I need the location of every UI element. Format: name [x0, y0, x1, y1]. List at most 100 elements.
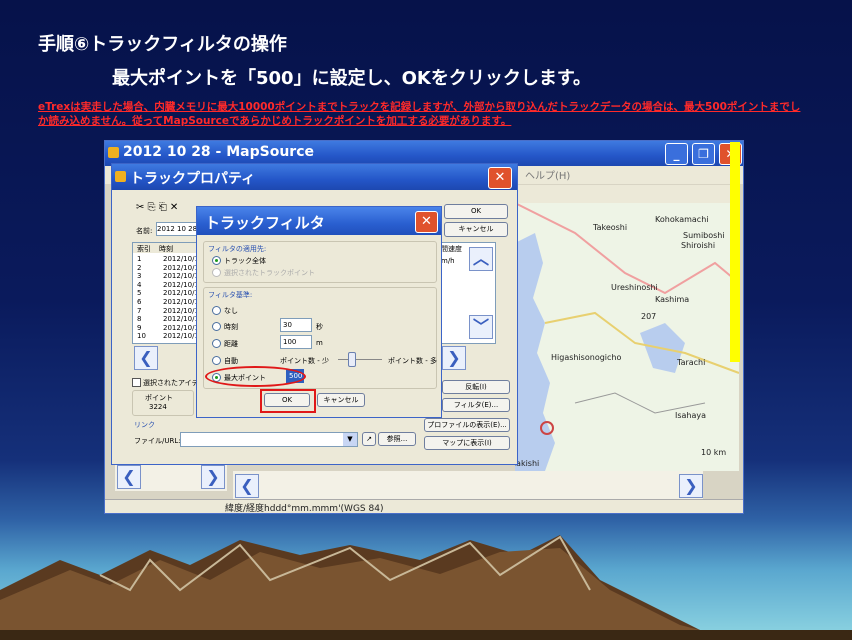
- time-field[interactable]: 30: [280, 318, 312, 332]
- table-row[interactable]: 2 2012/10/1: [133, 264, 199, 273]
- points-label: ポイント: [145, 394, 173, 402]
- column-header: 索引: [137, 245, 151, 253]
- row-index: 9: [137, 323, 142, 332]
- apply-selected-radio[interactable]: [212, 268, 221, 277]
- reverse-button[interactable]: 反転(I): [442, 380, 510, 394]
- auto-radio[interactable]: [212, 356, 221, 365]
- row-index: 1: [137, 255, 142, 263]
- table-row[interactable]: 3 2012/10/1: [133, 272, 199, 281]
- help-menu[interactable]: ヘルプ(H): [525, 167, 570, 182]
- map-label: Sumiboshi: [683, 231, 725, 240]
- table-row[interactable]: 9 2012/10/1: [133, 324, 199, 333]
- column-header: 時刻: [159, 245, 173, 253]
- none-radio[interactable]: [212, 306, 221, 315]
- table-row[interactable]: 6 2012/10/1: [133, 298, 199, 307]
- time-label: 時刻: [224, 323, 238, 331]
- table-row[interactable]: 1 2012/10/1: [133, 255, 199, 264]
- close-icon[interactable]: ✕: [415, 211, 438, 233]
- row-time: 2012/10/1: [163, 332, 199, 341]
- table-row[interactable]: 7 2012/10/1: [133, 307, 199, 316]
- row-time: 2012/10/1: [163, 289, 199, 298]
- dialog-icon: [115, 171, 126, 182]
- track-point-list[interactable]: 索引 時刻 1 2012/10/1 2 2012/10/1 3 2012/10/1 4…: [132, 242, 200, 344]
- row-time: 2012/10/1: [163, 323, 199, 332]
- row-time: 2012/10/1: [163, 263, 199, 272]
- row-index: 5: [137, 289, 142, 298]
- maximize-button[interactable]: ❐: [692, 143, 715, 165]
- list-left-icon[interactable]: ❮: [134, 346, 158, 370]
- side-strip: [730, 142, 740, 362]
- list-header: 索引 時刻: [133, 243, 199, 253]
- list-rows: 1 2012/10/1 2 2012/10/1 3 2012/10/1 4 2012/1…: [133, 255, 199, 341]
- map-label: Kashima: [655, 295, 690, 304]
- edit-icons[interactable]: ✂ ⎘ ⎗ ✕: [136, 202, 178, 213]
- minimize-button[interactable]: _: [665, 143, 688, 165]
- table-row[interactable]: 4 2012/10/1: [133, 281, 199, 290]
- table-row[interactable]: 10 2012/10/1: [133, 332, 199, 341]
- map-label: Isahaya: [675, 411, 707, 420]
- map-view[interactable]: Kohokamachi Takeoshi Sumiboshi Shiroishi…: [515, 203, 739, 471]
- show-profile-button[interactable]: プロファイルの表示(E)...: [424, 418, 510, 432]
- distance-field[interactable]: 100: [280, 335, 312, 349]
- auto-label: 自動: [224, 357, 238, 365]
- map-label: Kohokamachi: [655, 215, 709, 224]
- ok-button[interactable]: OK: [444, 204, 508, 219]
- row-index: 2: [137, 263, 142, 272]
- points-value: 3224: [149, 403, 167, 411]
- cancel-button[interactable]: キャンセル: [317, 393, 365, 407]
- none-label: なし: [224, 307, 238, 315]
- link-label: リンク: [134, 421, 155, 429]
- apply-selected-label: 選択されたトラックポイント: [224, 269, 315, 277]
- row-time: 2012/10/1: [163, 272, 199, 281]
- slide-instruction: 最大ポイントを「500」に設定し、OKをクリックします。: [112, 68, 592, 89]
- track-properties-title: トラックプロパティ: [130, 171, 256, 187]
- row-time: 2012/10/1: [163, 315, 199, 324]
- row-index: 10: [137, 332, 146, 341]
- scroll-up-icon[interactable]: ︿: [469, 247, 493, 271]
- row-time: 2012/10/1: [163, 297, 199, 306]
- distance-unit: m: [316, 339, 323, 347]
- auto-slider-track[interactable]: [338, 359, 382, 360]
- track-properties-titlebar: トラックプロパティ ✕: [112, 164, 517, 190]
- table-row[interactable]: 5 2012/10/1: [133, 289, 199, 298]
- app-icon: [108, 147, 119, 158]
- row-time: 2012/10/1: [163, 255, 199, 263]
- map-label: Tarachi: [677, 358, 706, 367]
- only-selected-checkbox[interactable]: [132, 378, 141, 387]
- highlight-circle: [205, 366, 306, 387]
- track-filter-title: トラックフィルタ: [205, 214, 325, 232]
- road-label: 207: [641, 312, 657, 321]
- time-radio[interactable]: [212, 322, 221, 331]
- points-box: ポイント 3224: [132, 390, 194, 416]
- close-icon[interactable]: ✕: [488, 167, 512, 189]
- row-index: 7: [137, 306, 142, 315]
- distance-radio[interactable]: [212, 339, 221, 348]
- scroll-down-icon[interactable]: ﹀: [469, 315, 493, 339]
- row-index: 8: [137, 315, 142, 324]
- speed-unit: m/h: [441, 257, 455, 265]
- filter-button[interactable]: フィルタ(E)...: [442, 398, 510, 412]
- speed-header: 間速度: [441, 245, 462, 253]
- highlight-box: [260, 389, 316, 413]
- row-index: 3: [137, 272, 142, 281]
- mountain-landscape: [0, 535, 852, 640]
- list-right-icon[interactable]: ❯: [442, 346, 466, 370]
- map-label: Takeoshi: [593, 223, 628, 232]
- apply-all-label: トラック全体: [224, 257, 266, 265]
- auto-slider-thumb[interactable]: [348, 352, 356, 367]
- track-filter-dialog: トラックフィルタ ✕ フィルタの適用先: トラック全体 選択されたトラックポイン…: [196, 206, 442, 418]
- row-index: 4: [137, 280, 142, 289]
- auto-few-label: ポイント数 - 少: [280, 357, 329, 365]
- map-label: Shiroishi: [681, 241, 716, 250]
- cancel-button[interactable]: キャンセル: [444, 222, 508, 237]
- map-label: Higashisonogicho: [551, 353, 622, 362]
- table-row[interactable]: 8 2012/10/1: [133, 315, 199, 324]
- name-label: 名前:: [136, 227, 153, 235]
- speed-column[interactable]: 間速度 m/h ︿ ﹀: [438, 242, 496, 344]
- apply-all-radio[interactable]: [212, 256, 221, 265]
- apply-group-label: フィルタの適用先:: [208, 245, 267, 253]
- row-time: 2012/10/1: [163, 280, 199, 289]
- row-index: 6: [137, 297, 142, 306]
- toolbar: [515, 185, 739, 203]
- track-filter-titlebar: トラックフィルタ ✕: [197, 207, 441, 235]
